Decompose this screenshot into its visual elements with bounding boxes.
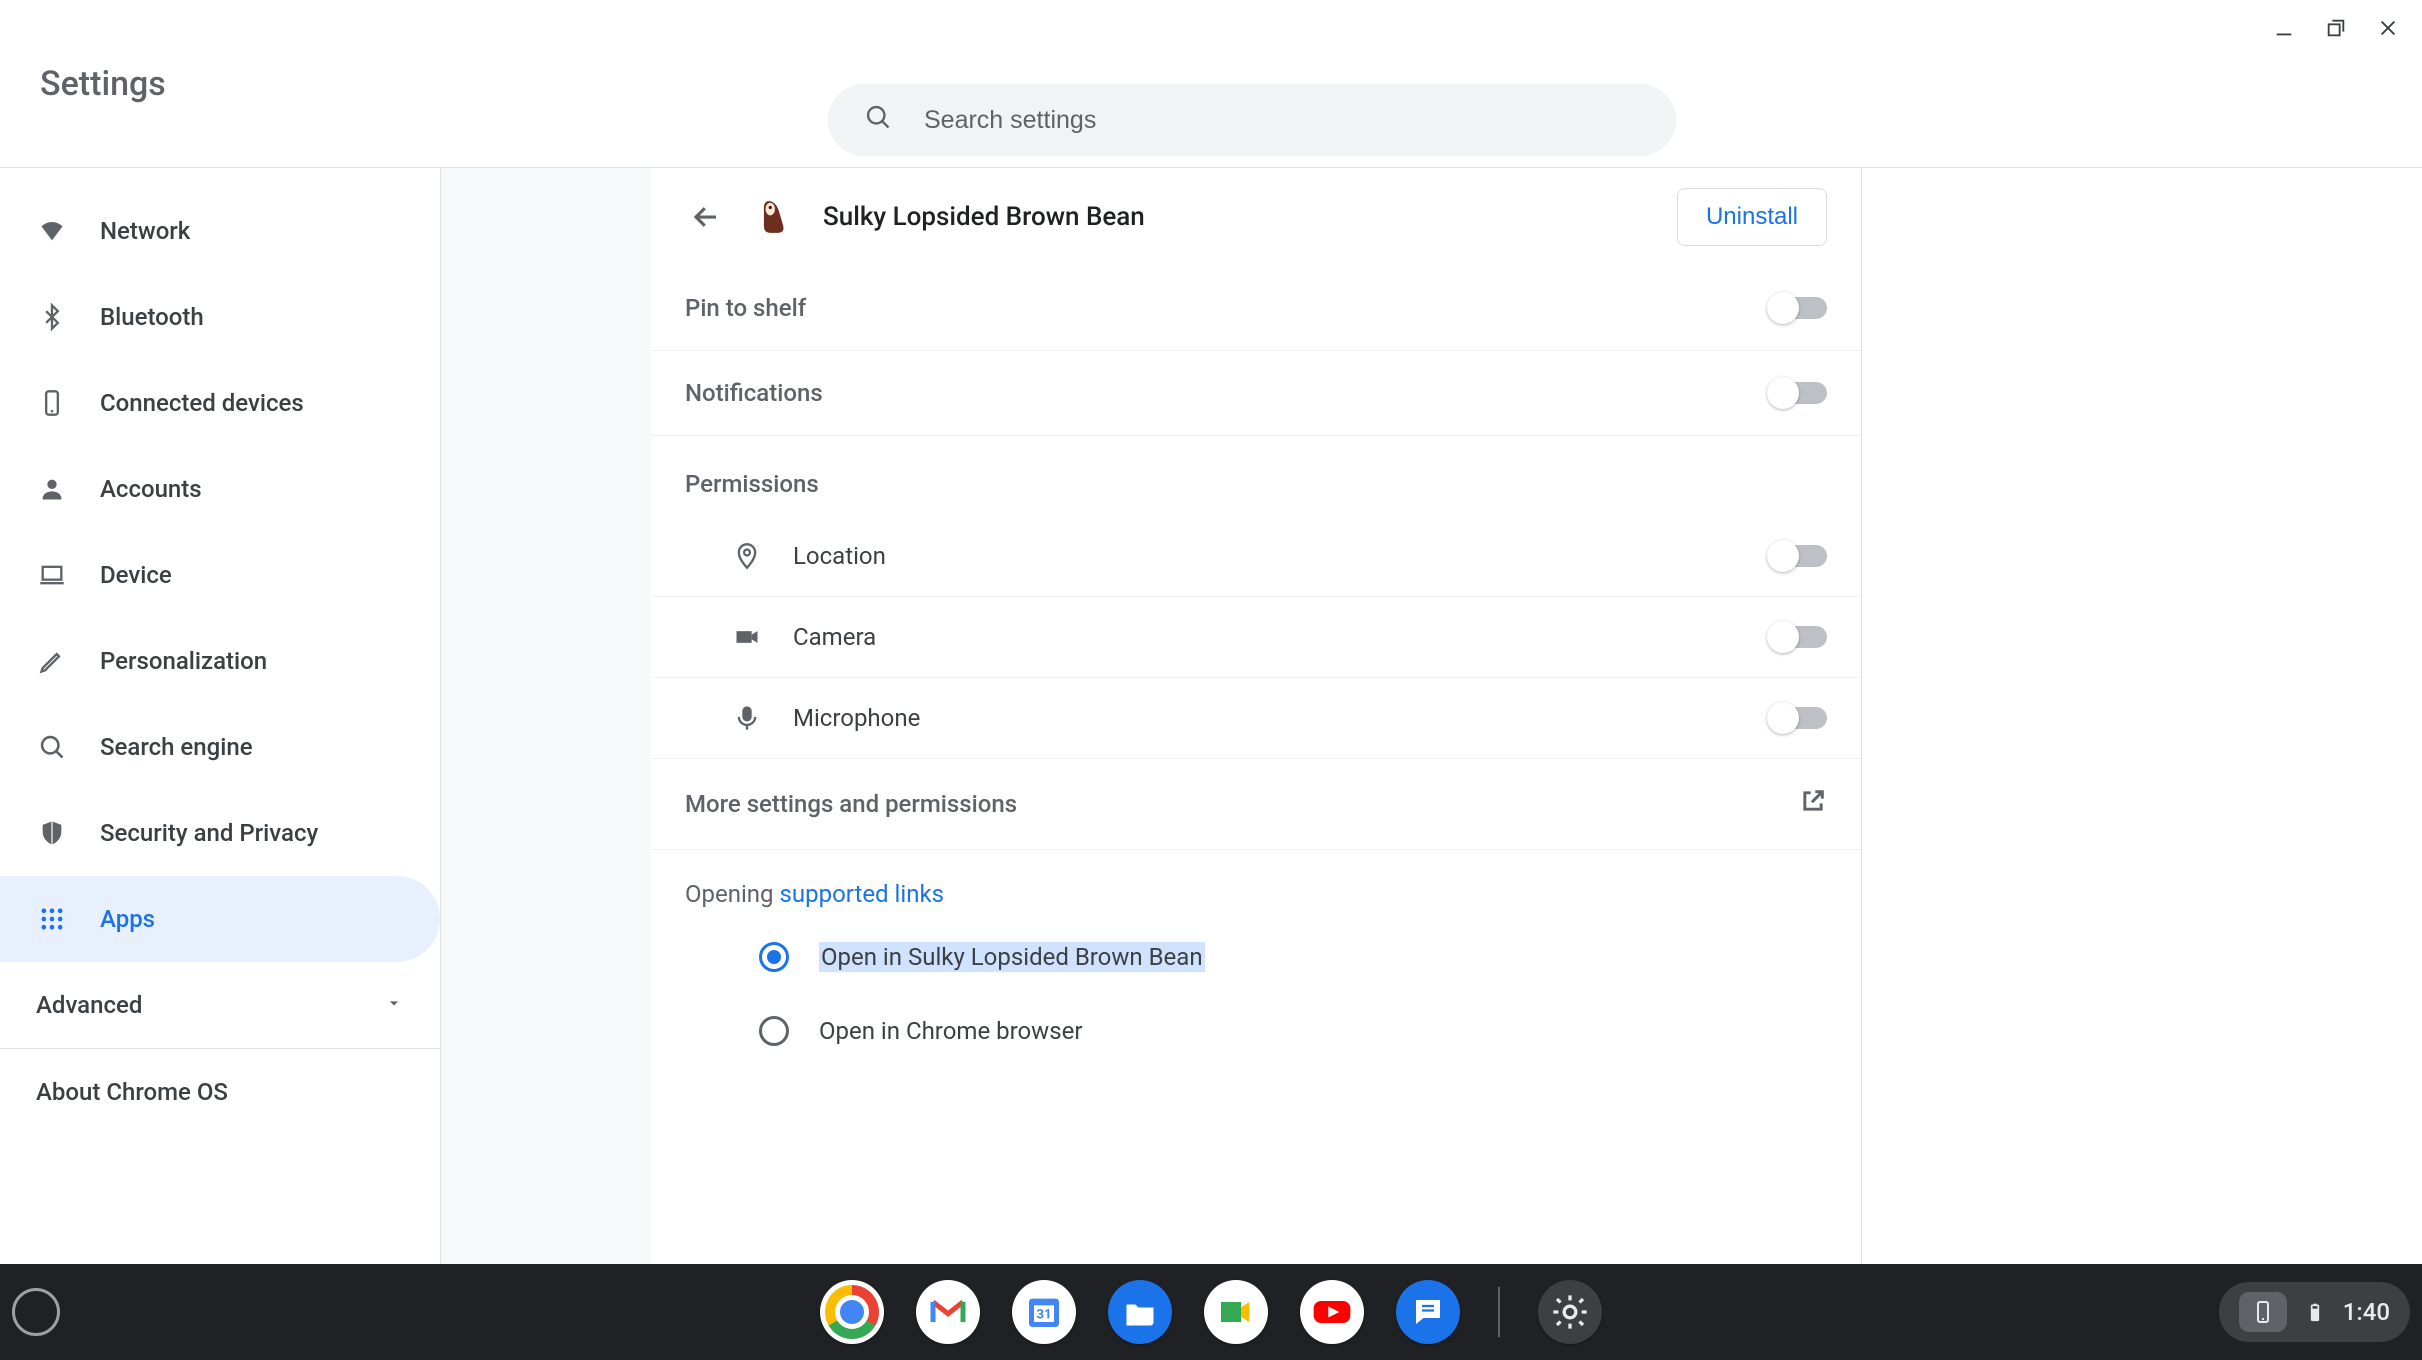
bluetooth-icon <box>36 301 68 333</box>
chevron-down-icon <box>384 991 404 1019</box>
radio-button-icon <box>759 1016 789 1046</box>
search-bar[interactable] <box>828 84 1676 156</box>
sidebar: Network Bluetooth Connected devices Acco… <box>0 168 440 1264</box>
permissions-header: Permissions <box>651 436 1861 516</box>
sidebar-item-search-engine[interactable]: Search engine <box>0 704 440 790</box>
camera-icon <box>731 623 763 651</box>
sidebar-item-label: Accounts <box>100 475 202 503</box>
sidebar-item-label: Search engine <box>100 733 253 761</box>
sidebar-item-label: Device <box>100 561 172 589</box>
shelf-calendar-icon[interactable]: 31 <box>1012 1280 1076 1344</box>
open-external-icon <box>1799 787 1827 821</box>
launcher-button[interactable] <box>12 1288 60 1336</box>
microphone-label: Microphone <box>793 704 920 732</box>
sidebar-item-label: Apps <box>100 905 155 933</box>
shelf-youtube-icon[interactable] <box>1300 1280 1364 1344</box>
sidebar-about[interactable]: About Chrome OS <box>0 1049 440 1135</box>
radio-label: Open in Sulky Lopsided Brown Bean <box>819 942 1205 972</box>
sidebar-item-network[interactable]: Network <box>0 188 440 274</box>
app-detail-panel: Sulky Lopsided Brown Bean Uninstall Pin … <box>651 168 1861 1264</box>
pencil-icon <box>36 645 68 677</box>
tray-phone-icon[interactable] <box>2239 1292 2287 1332</box>
shelf-separator <box>1498 1287 1500 1337</box>
more-settings-link[interactable]: More settings and permissions <box>651 759 1861 850</box>
sidebar-item-label: Bluetooth <box>100 303 204 331</box>
sidebar-advanced-toggle[interactable]: Advanced <box>0 962 440 1048</box>
shield-icon <box>36 817 68 849</box>
back-button[interactable] <box>685 196 727 238</box>
svg-text:31: 31 <box>1036 1308 1051 1323</box>
app-title: Sulky Lopsided Brown Bean <box>823 202 1649 232</box>
sidebar-item-device[interactable]: Device <box>0 532 440 618</box>
page-title: Settings <box>40 64 166 104</box>
radio-open-in-app[interactable]: Open in Sulky Lopsided Brown Bean <box>651 920 1861 994</box>
search-icon <box>36 731 68 763</box>
shelf-chrome-icon[interactable] <box>820 1280 884 1344</box>
radio-open-in-browser[interactable]: Open in Chrome browser <box>651 994 1861 1068</box>
location-label: Location <box>793 542 886 570</box>
person-icon <box>36 473 68 505</box>
notifications-toggle[interactable] <box>1771 382 1827 404</box>
sidebar-item-personalization[interactable]: Personalization <box>0 618 440 704</box>
shelf: 31 1:40 <box>0 1264 2422 1360</box>
shelf-messages-icon[interactable] <box>1396 1280 1460 1344</box>
pin-to-shelf-toggle[interactable] <box>1771 297 1827 319</box>
microphone-icon <box>731 704 763 732</box>
uninstall-button[interactable]: Uninstall <box>1677 188 1827 246</box>
tray-battery-icon <box>2305 1297 2325 1327</box>
opening-links-header: Opening supported links <box>651 850 1861 920</box>
system-tray[interactable]: 1:40 <box>2219 1282 2410 1342</box>
search-icon <box>864 103 892 137</box>
sidebar-item-accounts[interactable]: Accounts <box>0 446 440 532</box>
radio-label: Open in Chrome browser <box>819 1017 1082 1045</box>
wifi-icon <box>36 215 68 247</box>
sidebar-item-connected-devices[interactable]: Connected devices <box>0 360 440 446</box>
app-icon <box>755 197 795 237</box>
window-restore-button[interactable] <box>2322 14 2350 42</box>
shelf-settings-icon[interactable] <box>1538 1280 1602 1344</box>
sidebar-item-security[interactable]: Security and Privacy <box>0 790 440 876</box>
shelf-files-icon[interactable] <box>1108 1280 1172 1344</box>
laptop-icon <box>36 559 68 591</box>
supported-links-link[interactable]: supported links <box>780 880 945 908</box>
tray-clock: 1:40 <box>2343 1298 2390 1326</box>
search-input[interactable] <box>924 106 1640 135</box>
apps-grid-icon <box>36 903 68 935</box>
microphone-toggle[interactable] <box>1771 707 1827 729</box>
notifications-label: Notifications <box>685 379 823 407</box>
window-close-button[interactable] <box>2374 14 2402 42</box>
camera-label: Camera <box>793 623 876 651</box>
location-toggle[interactable] <box>1771 545 1827 567</box>
sidebar-item-apps[interactable]: Apps <box>0 876 440 962</box>
about-label: About Chrome OS <box>36 1078 228 1106</box>
camera-toggle[interactable] <box>1771 626 1827 648</box>
sidebar-item-bluetooth[interactable]: Bluetooth <box>0 274 440 360</box>
location-icon <box>731 542 763 570</box>
sidebar-item-label: Security and Privacy <box>100 819 318 847</box>
radio-button-icon <box>759 942 789 972</box>
sidebar-item-label: Personalization <box>100 647 267 675</box>
advanced-label: Advanced <box>36 991 142 1019</box>
shelf-meet-icon[interactable] <box>1204 1280 1268 1344</box>
window-minimize-button[interactable] <box>2270 14 2298 42</box>
right-gutter <box>1862 168 2422 1264</box>
shelf-gmail-icon[interactable] <box>916 1280 980 1344</box>
sidebar-item-label: Network <box>100 217 190 245</box>
pin-to-shelf-label: Pin to shelf <box>685 294 806 322</box>
phone-icon <box>36 387 68 419</box>
sidebar-item-label: Connected devices <box>100 389 304 417</box>
more-settings-label: More settings and permissions <box>685 790 1017 818</box>
